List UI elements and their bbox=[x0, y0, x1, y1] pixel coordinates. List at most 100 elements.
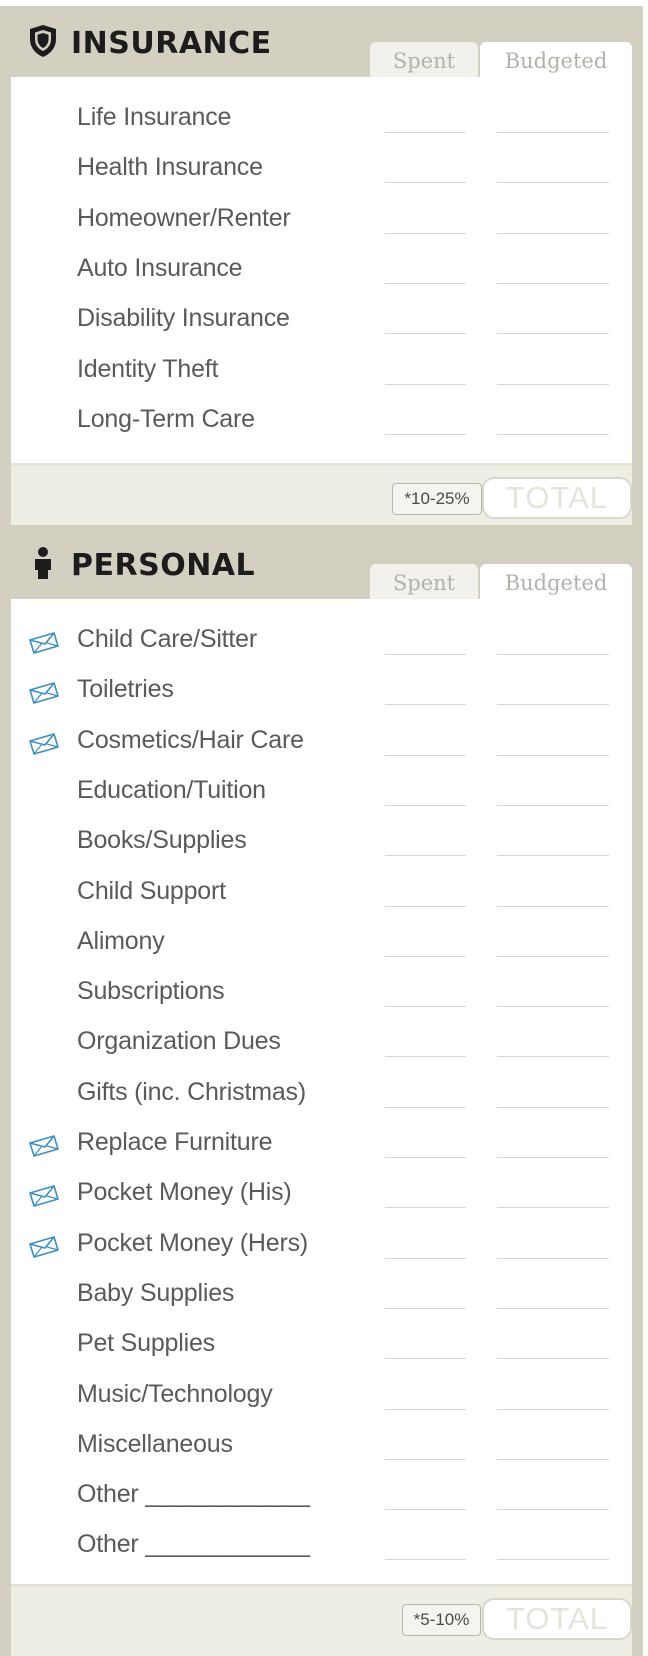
spent-entry-line[interactable] bbox=[385, 1559, 466, 1561]
spent-entry-line[interactable] bbox=[385, 1358, 466, 1360]
envelope-icon bbox=[29, 632, 59, 654]
spent-entry-line[interactable] bbox=[385, 132, 466, 133]
tab-spent[interactable]: Spent bbox=[370, 564, 478, 601]
spent-entry-line[interactable] bbox=[385, 1106, 466, 1108]
spent-entry-line[interactable] bbox=[385, 282, 466, 284]
insurance-total-field[interactable]: TOTAL bbox=[482, 477, 632, 519]
table-row: Identity Theft bbox=[11, 347, 632, 397]
tab-budgeted[interactable]: Budgeted bbox=[480, 42, 632, 79]
spent-entry-line[interactable] bbox=[385, 1207, 466, 1209]
personal-title: PERSONAL bbox=[71, 548, 256, 583]
budgeted-entry-line[interactable] bbox=[497, 1358, 609, 1360]
spent-entry-line[interactable] bbox=[385, 1408, 466, 1410]
table-row: Baby Supplies bbox=[11, 1271, 632, 1321]
budgeted-entry-line[interactable] bbox=[497, 182, 609, 184]
envelope-icon bbox=[29, 1235, 59, 1258]
table-row: Pet Supplies bbox=[11, 1321, 632, 1371]
spent-entry-line[interactable] bbox=[385, 905, 466, 907]
row-label: Pocket Money (Hers) bbox=[77, 1228, 308, 1257]
table-row: Child Care/Sitter bbox=[11, 617, 632, 667]
envelope-icon bbox=[29, 732, 59, 755]
table-row: Disability Insurance bbox=[11, 296, 632, 346]
spent-entry-line[interactable] bbox=[385, 1006, 466, 1008]
budgeted-entry-line[interactable] bbox=[497, 905, 609, 907]
row-label: Other ____________ bbox=[77, 1480, 310, 1509]
row-label: Pet Supplies bbox=[77, 1329, 215, 1358]
table-row: Pocket Money (His) bbox=[11, 1170, 632, 1220]
table-row: Other ____________ bbox=[11, 1522, 632, 1572]
spent-entry-line[interactable] bbox=[385, 855, 466, 857]
row-label: Baby Supplies bbox=[77, 1278, 235, 1307]
budgeted-entry-line[interactable] bbox=[497, 333, 609, 335]
spent-entry-line[interactable] bbox=[385, 1509, 466, 1511]
insurance-footer: *10-25% TOTAL bbox=[11, 463, 632, 525]
row-label: Gifts (inc. Christmas) bbox=[77, 1077, 306, 1106]
budgeted-entry-line[interactable] bbox=[497, 1509, 609, 1511]
spent-entry-line[interactable] bbox=[385, 1257, 466, 1259]
budgeted-entry-line[interactable] bbox=[497, 754, 609, 756]
budgeted-entry-line[interactable] bbox=[497, 383, 609, 385]
row-label: Homeowner/Renter bbox=[77, 203, 291, 232]
spent-entry-line[interactable] bbox=[385, 1307, 466, 1309]
row-label: Life Insurance bbox=[77, 103, 232, 131]
table-row: Music/Technology bbox=[11, 1372, 632, 1422]
row-label: Books/Supplies bbox=[77, 826, 247, 855]
spent-entry-line[interactable] bbox=[385, 1458, 466, 1460]
budgeted-entry-line[interactable] bbox=[497, 1257, 609, 1259]
budgeted-entry-line[interactable] bbox=[497, 654, 609, 655]
budgeted-entry-line[interactable] bbox=[497, 132, 609, 133]
envelope-icon bbox=[29, 682, 59, 705]
budgeted-entry-line[interactable] bbox=[497, 704, 609, 706]
budgeted-entry-line[interactable] bbox=[497, 955, 609, 957]
spent-entry-line[interactable] bbox=[385, 182, 466, 184]
table-row: Replace Furniture bbox=[11, 1120, 632, 1170]
budgeted-entry-line[interactable] bbox=[497, 232, 609, 234]
table-row: Subscriptions bbox=[11, 969, 632, 1019]
table-row: Books/Supplies bbox=[11, 818, 632, 868]
spent-entry-line[interactable] bbox=[385, 654, 466, 655]
row-label: Toiletries bbox=[77, 675, 174, 704]
budgeted-entry-line[interactable] bbox=[497, 282, 609, 284]
insurance-percent-badge: *10-25% bbox=[392, 483, 482, 515]
table-row: Other ____________ bbox=[11, 1472, 632, 1522]
budgeted-entry-line[interactable] bbox=[497, 1106, 609, 1108]
budgeted-entry-line[interactable] bbox=[497, 433, 609, 435]
tab-budgeted[interactable]: Budgeted bbox=[480, 564, 632, 601]
spent-entry-line[interactable] bbox=[385, 804, 466, 806]
spent-entry-line[interactable] bbox=[385, 754, 466, 756]
insurance-header: INSURANCE Spent Budgeted bbox=[11, 6, 632, 79]
spent-entry-line[interactable] bbox=[385, 333, 466, 335]
spent-entry-line[interactable] bbox=[385, 232, 466, 234]
table-row: Child Support bbox=[11, 869, 632, 919]
table-row: Auto Insurance bbox=[11, 246, 632, 296]
budgeted-entry-line[interactable] bbox=[497, 1307, 609, 1309]
row-label: Pocket Money (His) bbox=[77, 1178, 292, 1207]
budgeted-entry-line[interactable] bbox=[497, 1559, 609, 1561]
insurance-section: INSURANCE Spent Budgeted Life Insurance H… bbox=[11, 6, 632, 528]
table-row: Toiletries bbox=[11, 667, 632, 717]
budgeted-entry-line[interactable] bbox=[497, 1056, 609, 1058]
table-row: Life Insurance bbox=[11, 95, 632, 145]
budgeted-entry-line[interactable] bbox=[497, 804, 609, 806]
row-label: Replace Furniture bbox=[77, 1128, 273, 1156]
row-label: Health Insurance bbox=[77, 153, 263, 182]
personal-total-field[interactable]: TOTAL bbox=[482, 1598, 632, 1640]
table-row: Health Insurance bbox=[11, 145, 632, 195]
shield-icon bbox=[30, 25, 56, 57]
budgeted-entry-line[interactable] bbox=[497, 1157, 609, 1158]
budgeted-entry-line[interactable] bbox=[497, 1458, 609, 1460]
spent-entry-line[interactable] bbox=[385, 1056, 466, 1058]
spent-entry-line[interactable] bbox=[385, 433, 466, 435]
tab-spent[interactable]: Spent bbox=[370, 42, 478, 79]
budgeted-entry-line[interactable] bbox=[497, 1408, 609, 1410]
spent-entry-line[interactable] bbox=[385, 383, 466, 385]
budgeted-entry-line[interactable] bbox=[497, 1006, 609, 1008]
envelope-icon bbox=[29, 1185, 59, 1208]
spent-entry-line[interactable] bbox=[385, 704, 466, 706]
row-label: Disability Insurance bbox=[77, 304, 290, 333]
spent-entry-line[interactable] bbox=[385, 1157, 466, 1158]
budgeted-entry-line[interactable] bbox=[497, 855, 609, 857]
row-label: Subscriptions bbox=[77, 977, 225, 1006]
spent-entry-line[interactable] bbox=[385, 955, 466, 957]
budgeted-entry-line[interactable] bbox=[497, 1207, 609, 1209]
